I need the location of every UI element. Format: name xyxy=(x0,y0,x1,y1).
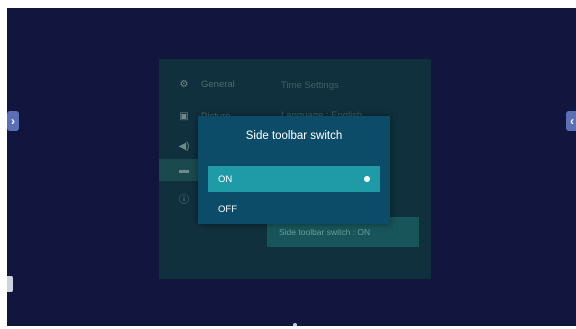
side-handle[interactable] xyxy=(7,276,13,292)
display-icon: ▬ xyxy=(179,164,189,176)
side-toolbar-dialog: Side toolbar switch ON OFF xyxy=(198,116,390,224)
info-icon: ⓘ xyxy=(179,194,189,206)
dialog-title: Side toolbar switch xyxy=(245,130,343,142)
bottom-indicator xyxy=(293,323,297,326)
tv-screen: › ‹ ⚙ General ▣ Picture ◀) ▬ ⓘ Time Sett… xyxy=(7,8,576,326)
selected-dot-icon xyxy=(364,176,370,182)
chevron-left-icon: ‹ xyxy=(570,114,574,128)
option-on[interactable]: ON xyxy=(208,166,380,192)
picture-icon: ▣ xyxy=(179,110,189,122)
menu-item-label: General xyxy=(201,78,235,90)
chevron-right-icon: › xyxy=(11,114,15,128)
option-label: OFF xyxy=(218,203,237,215)
time-settings-label[interactable]: Time Settings xyxy=(281,80,339,91)
volume-icon: ◀) xyxy=(178,140,190,152)
menu-item-general[interactable]: ⚙ General xyxy=(159,73,257,95)
left-side-toolbar-arrow[interactable]: › xyxy=(7,111,19,131)
right-side-toolbar-arrow[interactable]: ‹ xyxy=(566,111,576,131)
option-off[interactable]: OFF xyxy=(208,196,380,222)
gear-icon: ⚙ xyxy=(179,78,189,90)
option-label: ON xyxy=(218,173,233,185)
